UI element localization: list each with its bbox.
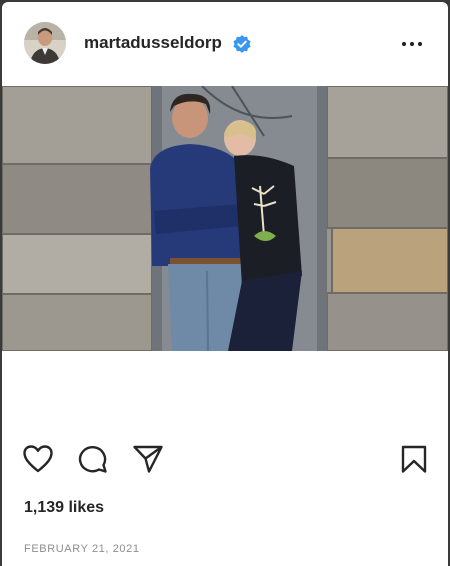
post-photo[interactable] (2, 86, 448, 351)
avatar[interactable] (24, 22, 66, 64)
comment-icon[interactable] (77, 444, 109, 474)
paper-plane-icon[interactable] (132, 444, 164, 474)
avatar-image (24, 22, 66, 64)
verified-badge-icon (233, 35, 251, 53)
heart-icon[interactable] (22, 444, 54, 474)
post-header: martadusseldorp (2, 2, 448, 86)
post-date[interactable]: FEBRUARY 21, 2021 (24, 543, 140, 555)
post-card: martadusseldorp 1,139 likes FEBRUARY 21,… (2, 2, 448, 566)
post-image (2, 86, 448, 351)
bookmark-icon[interactable] (400, 444, 428, 474)
like-count[interactable]: 1,139 likes (24, 499, 104, 517)
username[interactable]: martadusseldorp (84, 33, 222, 53)
action-bar (2, 440, 448, 480)
more-options-icon[interactable] (400, 35, 424, 53)
